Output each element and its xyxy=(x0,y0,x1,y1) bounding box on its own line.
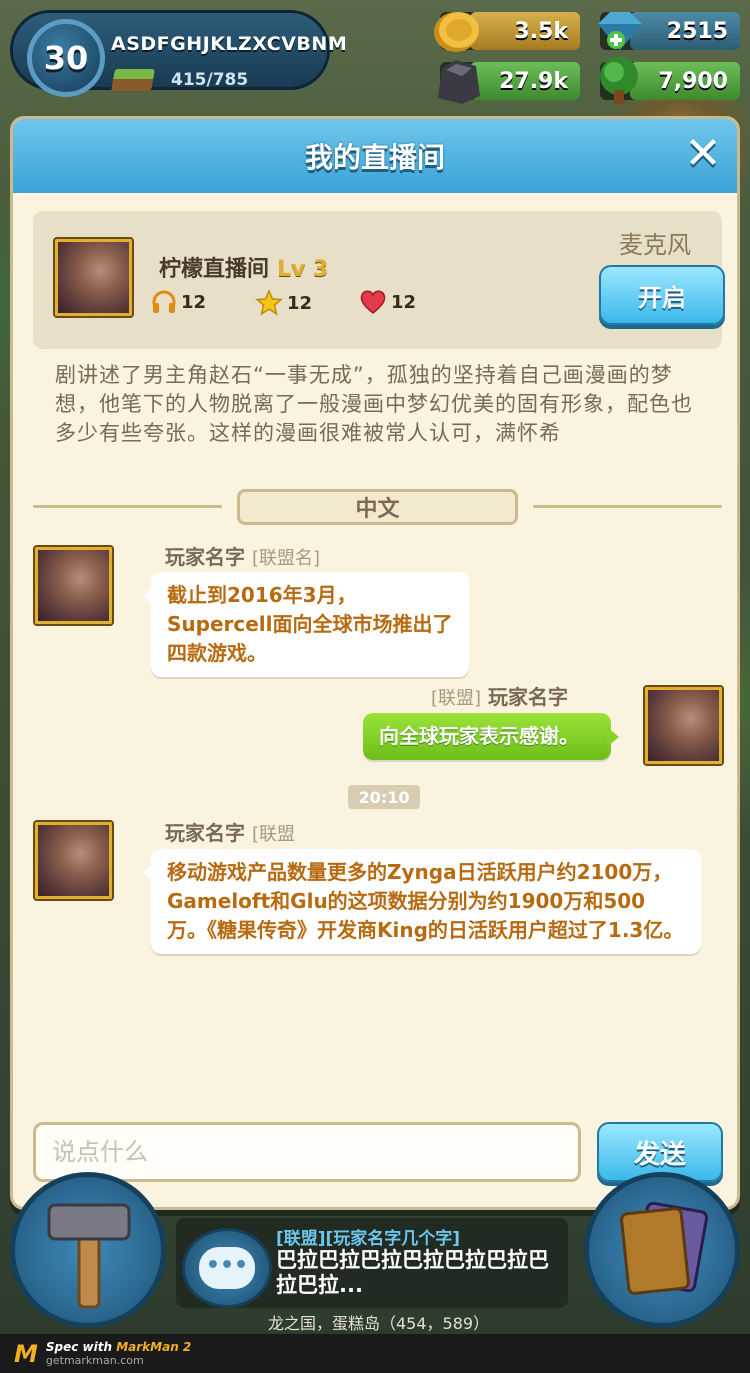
sender-avatar[interactable] xyxy=(35,547,112,624)
likes-stat: 12 xyxy=(359,289,416,315)
sender-name: 玩家名字 xyxy=(165,545,245,569)
panel-title: 我的直播间 xyxy=(304,141,445,174)
room-info-card: 柠檬直播间 Lv 3 12 12 12 麦克风 开启 xyxy=(33,211,725,349)
markman-footer: M Spec with MarkMan 2 getmarkman.com xyxy=(0,1334,750,1373)
tree-icon xyxy=(600,57,638,104)
stone-icon xyxy=(438,60,480,104)
chat-button[interactable]: ••• xyxy=(182,1228,272,1308)
cards-button[interactable] xyxy=(584,1172,740,1328)
land-icon xyxy=(111,69,155,91)
chat-preview-bar[interactable]: ••• [联盟][玩家名字几个字] 巴拉巴拉巴拉巴拉巴拉巴拉巴拉巴拉... xyxy=(176,1218,568,1308)
divider-right xyxy=(533,505,722,508)
message-sender: 玩家名字 [联盟 xyxy=(165,817,295,846)
panel-header: 我的直播间 ✕ xyxy=(13,119,737,193)
microphone-open-button[interactable]: 开启 xyxy=(599,265,725,325)
live-room-panel: 我的直播间 ✕ 柠檬直播间 Lv 3 12 12 12 麦克风 开启 剧讲述了男主… xyxy=(10,116,740,1210)
message-sender: 玩家名字 [联盟名] xyxy=(165,541,320,570)
footer-brand: Spec with MarkMan 2 xyxy=(45,1340,192,1354)
player-name: ASDFGHJKLZXCVBNM xyxy=(111,33,348,55)
headphones-icon xyxy=(152,290,176,313)
heart-icon xyxy=(360,290,386,314)
build-button[interactable] xyxy=(10,1172,166,1328)
markman-logo-icon: M xyxy=(14,1339,38,1368)
message-bubble[interactable]: 移动游戏产品数量更多的Zynga日活跃用户约2100万，Gameloft和Glu… xyxy=(143,849,701,954)
gold-value: 3.5k xyxy=(514,18,568,44)
language-tab[interactable]: 中文 xyxy=(237,489,518,525)
cards-icon xyxy=(620,1201,709,1295)
close-icon[interactable]: ✕ xyxy=(681,132,725,177)
location-coordinates: 龙之国，蛋糕岛（454，589） xyxy=(268,1314,490,1333)
stars-stat: 12 xyxy=(255,289,312,317)
gem-icon xyxy=(598,12,642,50)
gem-value: 2515 xyxy=(666,18,728,44)
sender-name: 玩家名字 xyxy=(488,685,569,709)
star-icon xyxy=(255,289,283,316)
alliance-tag: [联盟名] xyxy=(251,548,321,569)
room-description: 剧讲述了男主角赵石“一事无成”，孤独的坚持着自己画漫画的梦想，他笔下的人物脱离了… xyxy=(55,363,693,445)
sender-name: 玩家名字 xyxy=(165,821,245,845)
hammer-icon xyxy=(47,1203,131,1309)
microphone-label: 麦克风 xyxy=(619,231,691,259)
room-name-row: 柠檬直播间 Lv 3 xyxy=(159,251,328,283)
stone-value: 27.9k xyxy=(499,68,568,94)
alliance-tag: [联盟] xyxy=(431,688,482,709)
xp-progress: 415/785 xyxy=(171,70,249,90)
wood-value: 7,900 xyxy=(658,68,728,94)
message-bubble[interactable]: 截止到2016年3月，Supercell面向全球市场推出了四款游戏。 xyxy=(143,572,469,677)
chat-bubble-icon: ••• xyxy=(199,1247,255,1289)
room-name: 柠檬直播间 xyxy=(159,257,270,282)
room-avatar[interactable] xyxy=(55,239,132,316)
gem-counter[interactable]: 2515 xyxy=(598,12,740,50)
stone-counter[interactable]: 27.9k xyxy=(438,60,580,104)
alliance-tag: [联盟 xyxy=(251,824,295,845)
likes-count: 12 xyxy=(391,291,417,313)
listeners-stat: 12 xyxy=(151,289,206,315)
message-input[interactable] xyxy=(33,1122,581,1182)
own-message-bubble[interactable]: 向全球玩家表示感谢。 xyxy=(363,713,619,760)
own-avatar[interactable] xyxy=(645,687,722,764)
chat-preview-text: 巴拉巴拉巴拉巴拉巴拉巴拉巴拉巴拉... xyxy=(276,1248,549,1297)
player-level-badge: 30 xyxy=(27,19,105,97)
divider-left xyxy=(33,505,222,508)
time-divider: 20:10 xyxy=(348,785,420,809)
gold-coin-icon xyxy=(434,12,479,52)
room-level: Lv 3 xyxy=(277,257,329,282)
listeners-count: 12 xyxy=(181,291,207,313)
footer-url: getmarkman.com xyxy=(45,1354,144,1367)
sender-avatar[interactable] xyxy=(35,822,112,899)
gold-counter[interactable]: 3.5k xyxy=(434,12,580,52)
stars-count: 12 xyxy=(287,292,313,314)
wood-counter[interactable]: 7,900 xyxy=(600,57,740,104)
chat-preview-sender: [联盟][玩家名字几个字] xyxy=(276,1229,461,1249)
message-sender: [联盟] 玩家名字 xyxy=(431,681,568,710)
player-info-panel[interactable]: 30 ASDFGHJKLZXCVBNM 415/785 xyxy=(10,10,347,97)
